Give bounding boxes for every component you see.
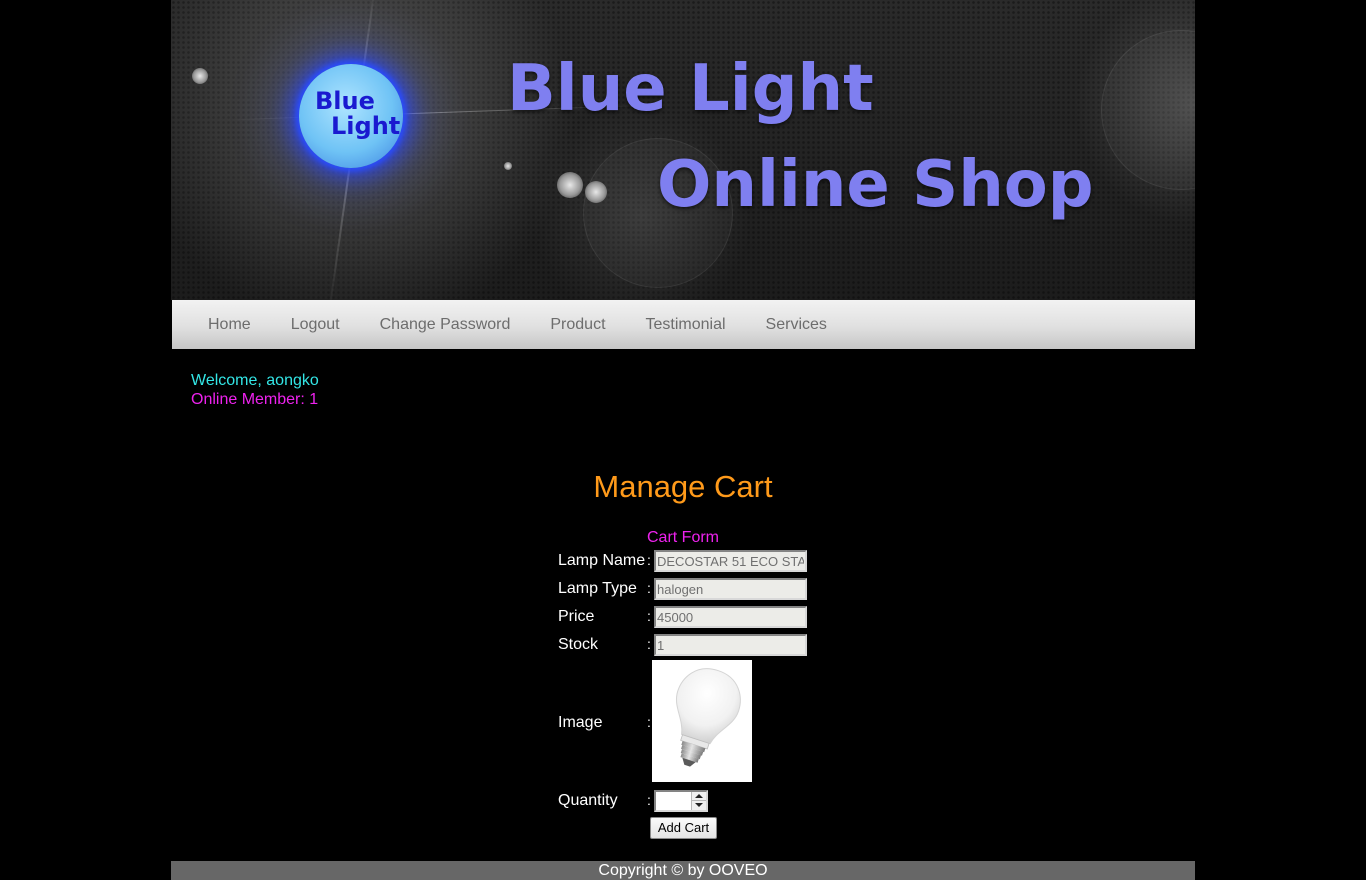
banner-title-line2: Online Shop — [657, 148, 1094, 222]
stepper-down-icon[interactable] — [692, 801, 706, 810]
logo-text-blue: Blue — [315, 87, 375, 115]
quantity-label: Quantity — [558, 792, 618, 809]
welcome-text: Welcome, aongko — [191, 372, 319, 389]
site-banner: Blue Light Blue Light Online Shop — [171, 0, 1195, 300]
main-nav: Home Logout Change Password Product Test… — [172, 300, 1195, 349]
stock-field[interactable] — [654, 634, 807, 656]
field-colon: : — [647, 792, 651, 808]
footer-copyright: Copyright © by OOVEO — [171, 861, 1195, 880]
nav-home[interactable]: Home — [188, 300, 271, 349]
blue-light-logo: Blue Light — [299, 64, 403, 168]
nav-change-password[interactable]: Change Password — [360, 300, 531, 349]
nav-testimonial[interactable]: Testimonial — [626, 300, 746, 349]
lamp-type-label: Lamp Type — [558, 580, 637, 597]
form-title: Cart Form — [647, 529, 719, 546]
lens-flare-ring — [1101, 30, 1195, 190]
nav-product[interactable]: Product — [530, 300, 625, 349]
page-container: Blue Light Blue Light Online Shop Home L… — [171, 0, 1195, 880]
lens-flare-dot — [557, 172, 583, 198]
lens-flare-dot — [585, 181, 607, 203]
field-colon: : — [647, 552, 651, 568]
logo-text-light: Light — [331, 112, 401, 140]
light-bulb-icon — [676, 668, 741, 767]
price-label: Price — [558, 608, 595, 625]
lens-flare-dot — [192, 68, 208, 84]
stepper-up-icon[interactable] — [692, 792, 706, 801]
lamp-name-field[interactable] — [654, 550, 807, 572]
field-colon: : — [647, 608, 651, 624]
lens-flare-dot — [504, 162, 512, 170]
image-label: Image — [558, 714, 603, 731]
field-colon: : — [647, 636, 651, 652]
field-colon: : — [647, 714, 651, 730]
quantity-stepper[interactable] — [654, 790, 708, 812]
stepper-buttons — [691, 792, 706, 810]
banner-title-line1: Blue Light — [507, 52, 874, 126]
add-cart-button[interactable]: Add Cart — [650, 817, 717, 839]
online-member-count: Online Member: 1 — [191, 391, 319, 408]
nav-logout[interactable]: Logout — [271, 300, 360, 349]
welcome-panel: Welcome, aongko Online Member: 1 — [191, 371, 319, 409]
page-title: Manage Cart — [593, 469, 773, 504]
lamp-name-label: Lamp Name — [558, 552, 646, 569]
product-image — [652, 660, 752, 782]
stock-label: Stock — [558, 636, 599, 653]
field-colon: : — [647, 580, 651, 596]
nav-services[interactable]: Services — [746, 300, 847, 349]
price-field[interactable] — [654, 606, 807, 628]
lamp-type-field[interactable] — [654, 578, 807, 600]
